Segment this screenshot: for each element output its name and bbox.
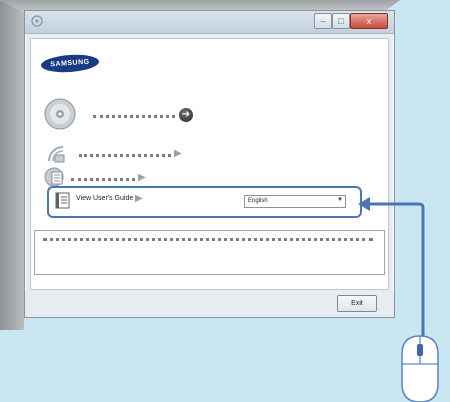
dotted-text-placeholder: [43, 238, 373, 241]
manual-book-icon: [55, 192, 70, 209]
mouse-icon: [401, 335, 439, 402]
arrow-right-icon: ▶: [135, 193, 143, 204]
wireless-setup-icon: [48, 146, 65, 163]
shadow-wall: [0, 0, 24, 330]
language-value: English: [248, 198, 268, 204]
installer-window: – □ x SAMSUNG ➔ ▶ ▶ View User's Guide ▶ …: [24, 10, 395, 318]
arrow-right-icon: ▶: [138, 172, 146, 183]
language-select[interactable]: English ▼: [244, 195, 346, 208]
dotted-connector: [79, 154, 171, 157]
minimize-button[interactable]: –: [314, 13, 332, 29]
view-users-guide-label[interactable]: View User's Guide: [76, 195, 133, 202]
description-box: [34, 230, 385, 275]
users-guide-row[interactable]: View User's Guide ▶ English ▼: [47, 186, 362, 218]
content-panel: SAMSUNG ➔ ▶ ▶ View User's Guide ▶ Englis…: [30, 38, 389, 290]
title-bar: – □ x: [25, 11, 394, 34]
cd-disc-icon: [44, 98, 76, 130]
chevron-down-icon: ▼: [337, 197, 343, 203]
exit-button[interactable]: Exit: [337, 295, 377, 312]
logo-text: SAMSUNG: [50, 58, 90, 69]
dotted-connector: [93, 115, 175, 118]
dotted-connector: [71, 178, 135, 181]
go-arrow-icon[interactable]: ➔: [179, 108, 193, 122]
footer-bar: Exit: [25, 291, 394, 317]
arrow-right-icon: ▶: [174, 148, 182, 159]
maximize-button[interactable]: □: [332, 13, 350, 29]
software-list-icon: [44, 167, 64, 187]
install-row[interactable]: ➔: [31, 98, 231, 131]
close-button[interactable]: x: [350, 13, 388, 29]
window-controls: – □ x: [314, 13, 388, 29]
app-icon: [31, 15, 43, 27]
logo-band: SAMSUNG: [31, 39, 388, 95]
samsung-logo: SAMSUNG: [40, 52, 100, 75]
